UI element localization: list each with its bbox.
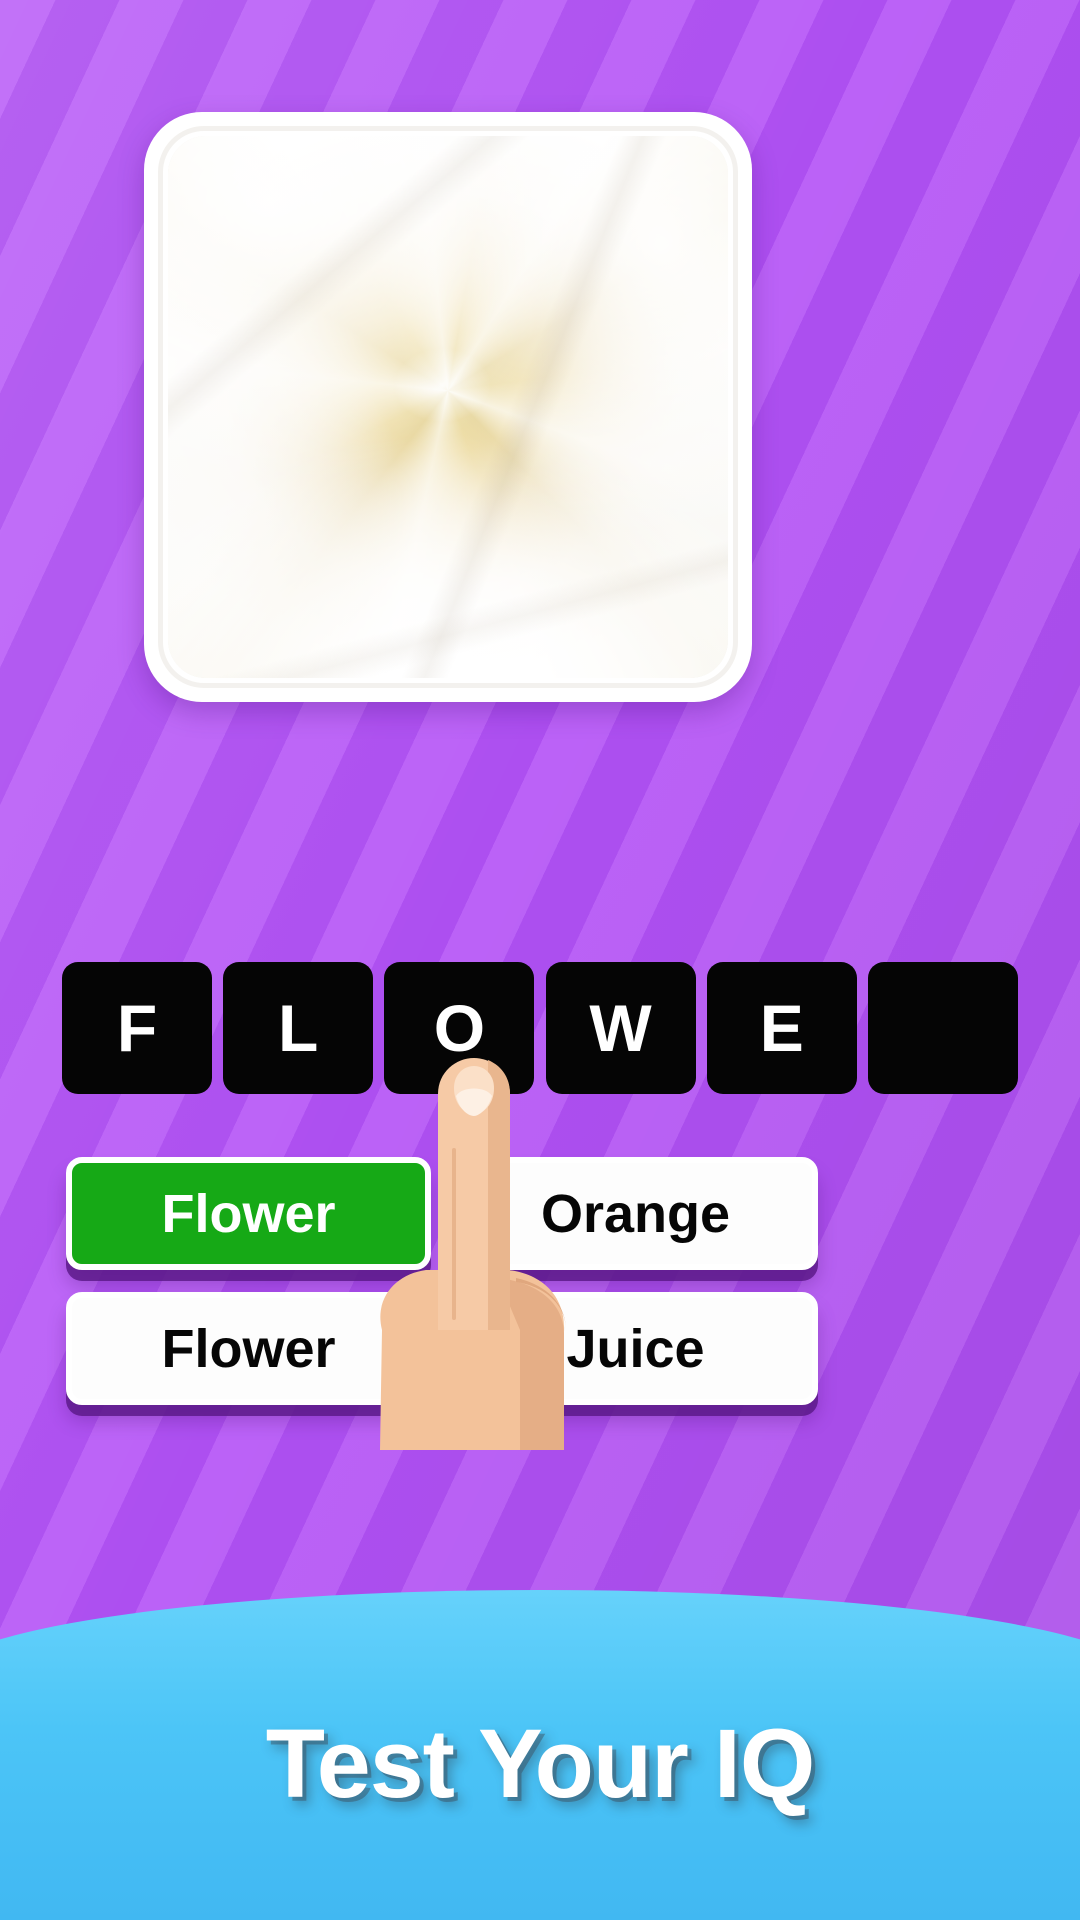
banner-title: Test Your IQ [265,1709,816,1818]
rose-creases-icon [168,136,728,678]
game-screen: F L O W E Flower Orange Flower Juice Tes… [0,0,1080,1920]
letter-tile[interactable]: E [706,962,857,1094]
answer-options-grid: Flower Orange Flower Juice [66,1157,818,1405]
puzzle-image-card [144,112,752,702]
bottom-banner: Test Your IQ [0,1590,1080,1920]
answer-letter-row: F L O W E [62,962,1018,1094]
letter-tile[interactable]: F [62,962,212,1094]
answer-option-button[interactable]: Flower [66,1157,431,1270]
letter-tile[interactable]: W [545,962,696,1094]
puzzle-image [168,136,728,678]
photo-inner-ring [158,126,738,688]
letter-tile[interactable]: L [223,962,374,1094]
letter-tile-empty[interactable] [867,962,1018,1094]
answer-option-button[interactable]: Juice [453,1292,818,1405]
answer-option-button[interactable]: Orange [453,1157,818,1270]
answer-option-button[interactable]: Flower [66,1292,431,1405]
letter-tile[interactable]: O [384,962,535,1094]
